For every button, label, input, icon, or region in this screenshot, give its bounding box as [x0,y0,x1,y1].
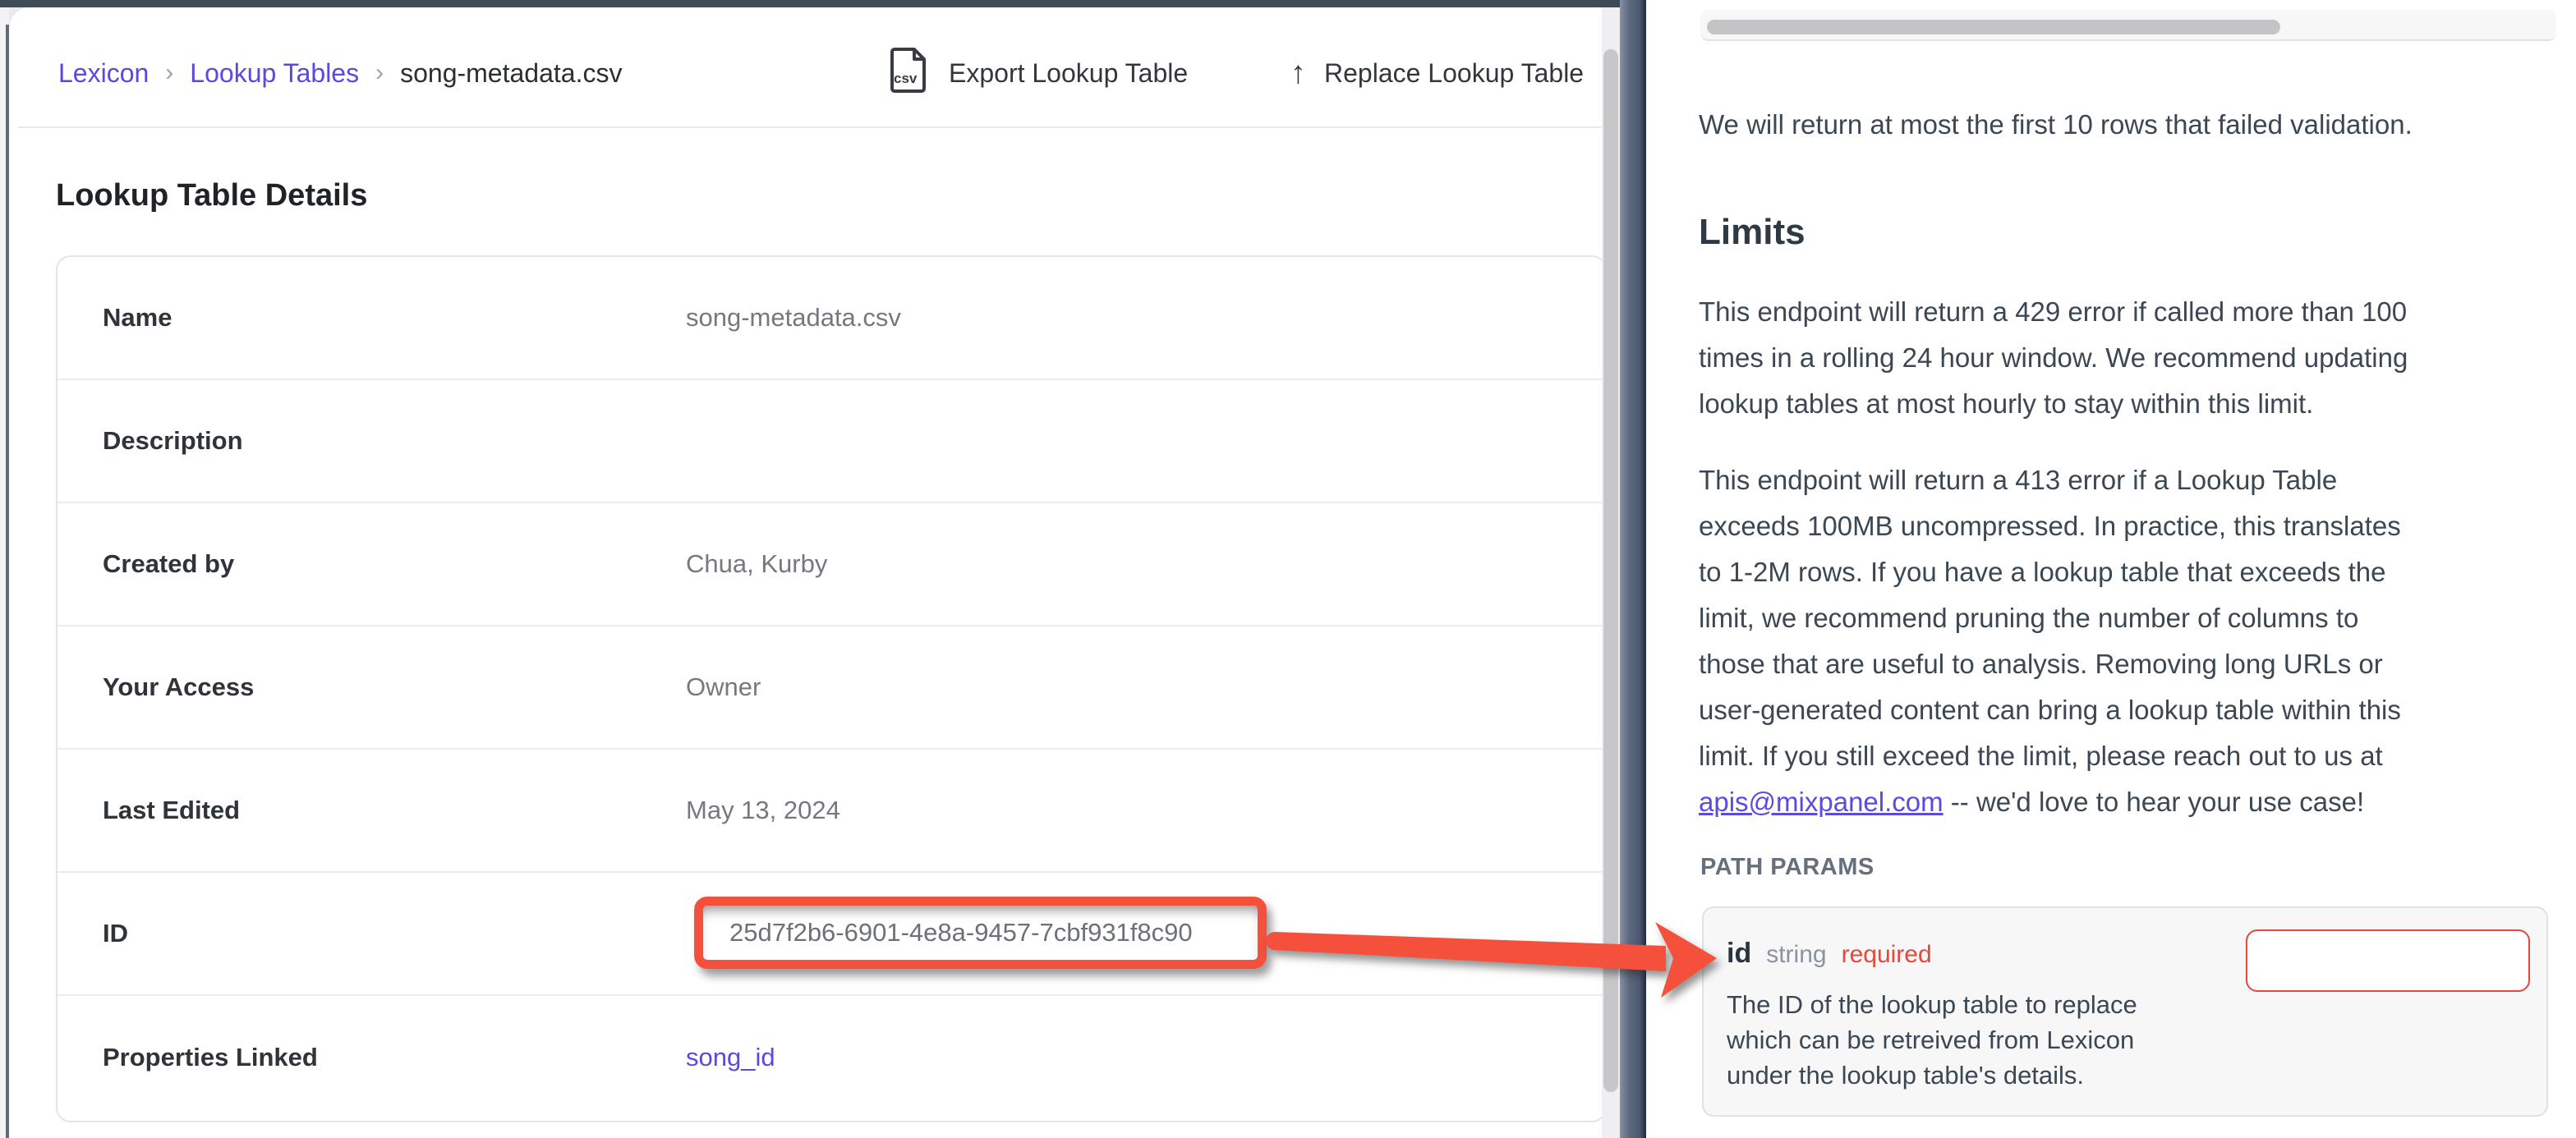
limits-paragraph-2-tail: -- we'd love to hear your use case! [1944,787,2365,817]
lookup-table-id-value: 25d7f2b6-6901-4e8a-9457-7cbf931f8c90 [703,918,1193,948]
page-title: Lookup Table Details [56,178,367,213]
detail-row-description: Description [58,380,1602,503]
export-button-label: Export Lookup Table [949,58,1188,89]
param-name: id [1727,938,1751,970]
lookup-table-details-card: Name song-metadata.csv Description Creat… [56,255,1602,1122]
limits-paragraph-1: This endpoint will return a 429 error if… [1699,289,2576,427]
detail-value: Chua, Kurby [686,549,827,579]
detail-label: Created by [58,549,686,579]
export-lookup-table-button[interactable]: csv Export Lookup Table [890,48,1188,98]
param-description: The ID of the lookup table to replace wh… [1727,987,2466,1093]
divider [18,126,1602,128]
breadcrumb-lookup-tables[interactable]: Lookup Tables [190,58,359,89]
replace-lookup-table-button[interactable]: ↑ Replace Lookup Table [1290,48,1602,98]
detail-label: Description [58,426,686,456]
linked-property-link[interactable]: song_id [686,1043,775,1072]
replace-button-label: Replace Lookup Table [1324,58,1584,89]
detail-row-created-by: Created by Chua, Kurby [58,503,1602,626]
window-gap [1620,0,1646,1138]
detail-row-last-edited: Last Edited May 13, 2024 [58,750,1602,873]
detail-label: Your Access [58,672,686,702]
chevron-right-icon: › [165,59,173,87]
detail-label: ID [58,919,686,948]
docs-intro-text: We will return at most the first 10 rows… [1699,102,2576,148]
vertical-scrollbar-thumb[interactable] [1603,49,1618,1092]
detail-value: May 13, 2024 [686,796,840,825]
csv-file-icon: csv [890,47,927,99]
support-email-link[interactable]: apis@mixpanel.com [1699,787,1944,817]
path-params-section-label: PATH PARAMS [1700,854,1874,881]
breadcrumb-current-file: song-metadata.csv [400,58,622,89]
id-annotation-highlight-box: 25d7f2b6-6901-4e8a-9457-7cbf931f8c90 [694,897,1267,969]
chevron-right-icon: › [375,59,384,87]
limits-paragraph-2-text: This endpoint will return a 413 error if… [1699,465,2401,771]
detail-row-properties-linked: Properties Linked song_id [58,996,1602,1119]
svg-text:csv: csv [894,71,918,86]
limits-paragraph-2: This endpoint will return a 413 error if… [1699,457,2576,825]
limits-heading: Limits [1699,212,1806,253]
detail-label: Properties Linked [58,1043,686,1072]
detail-label: Last Edited [58,796,686,825]
detail-value: Owner [686,672,761,702]
detail-value: song-metadata.csv [686,303,901,333]
window-top-band [0,0,1646,7]
param-required-badge: required [1842,941,1932,969]
param-id-input[interactable] [2246,929,2530,992]
detail-label: Name [58,303,686,333]
detail-row-your-access: Your Access Owner [58,626,1602,750]
breadcrumb-lexicon[interactable]: Lexicon [58,58,149,89]
upload-arrow-icon: ↑ [1290,57,1306,89]
breadcrumb: Lexicon › Lookup Tables › song-metadata.… [58,55,622,91]
param-type: string [1766,941,1826,969]
detail-row-name: Name song-metadata.csv [58,257,1602,380]
param-header: id string required [1727,938,1932,970]
horizontal-scrollbar-thumb[interactable] [1707,20,2280,34]
